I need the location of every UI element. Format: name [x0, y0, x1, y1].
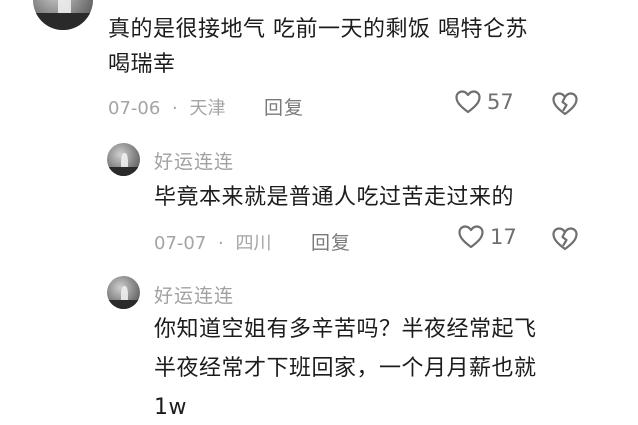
comment-text-line: 你知道空姐有多辛苦吗？半夜经常起飞	[154, 317, 537, 342]
comment-date: 07-07	[154, 233, 207, 254]
like-button[interactable]: 57	[455, 90, 514, 114]
heart-outline-icon	[455, 90, 481, 114]
comment-location: 天津	[189, 98, 226, 119]
comment-text-line: 真的是很接地气 吃前一天的剩饭 喝特仑苏	[108, 17, 528, 42]
dislike-button[interactable]	[552, 227, 578, 251]
comment-text-line: 喝瑞幸	[108, 52, 176, 77]
meta-separator: ·	[172, 98, 178, 119]
avatar[interactable]	[33, 0, 93, 30]
like-count: 17	[490, 225, 517, 249]
avatar[interactable]	[107, 143, 140, 176]
comment-meta: 07-06 · 天津	[108, 94, 226, 120]
reply-button[interactable]: 回复	[264, 93, 304, 120]
comment-text-line: 1w	[154, 395, 187, 420]
meta-separator: ·	[218, 233, 224, 254]
username[interactable]: 好运连连	[154, 147, 234, 174]
comment-location: 四川	[235, 233, 272, 254]
username[interactable]: 好运连连	[154, 281, 234, 308]
like-count: 57	[487, 90, 514, 114]
like-button[interactable]: 17	[458, 225, 517, 249]
comment-meta: 07-07 · 四川	[154, 229, 272, 255]
heart-outline-icon	[458, 225, 484, 249]
comment-text-line: 半夜经常才下班回家，一个月月薪也就	[154, 356, 537, 381]
reply-button[interactable]: 回复	[311, 228, 351, 255]
comment-text-line: 毕竟本来就是普通人吃过苦走过来的	[154, 185, 515, 210]
dislike-button[interactable]	[552, 92, 578, 116]
comment-date: 07-06	[108, 98, 161, 119]
avatar[interactable]	[107, 276, 140, 309]
broken-heart-icon	[552, 92, 578, 116]
broken-heart-icon	[552, 227, 578, 251]
